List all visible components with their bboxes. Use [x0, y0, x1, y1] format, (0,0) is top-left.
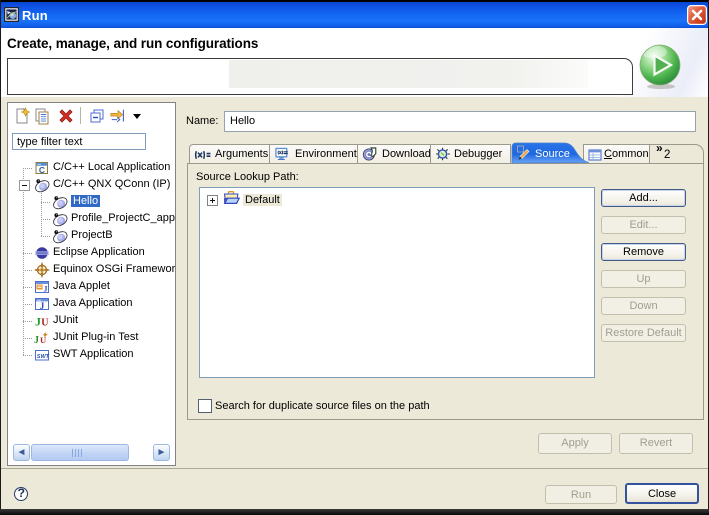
svg-text:J: J	[44, 285, 48, 294]
svg-text:J: J	[40, 302, 45, 312]
svg-text:Source: Source	[535, 148, 570, 160]
svg-text:U: U	[41, 318, 48, 329]
svg-text:C: C	[39, 165, 45, 175]
svg-text:J: J	[35, 315, 41, 329]
svg-text:J: J	[34, 335, 39, 346]
svg-text:SWT: SWT	[37, 354, 50, 360]
